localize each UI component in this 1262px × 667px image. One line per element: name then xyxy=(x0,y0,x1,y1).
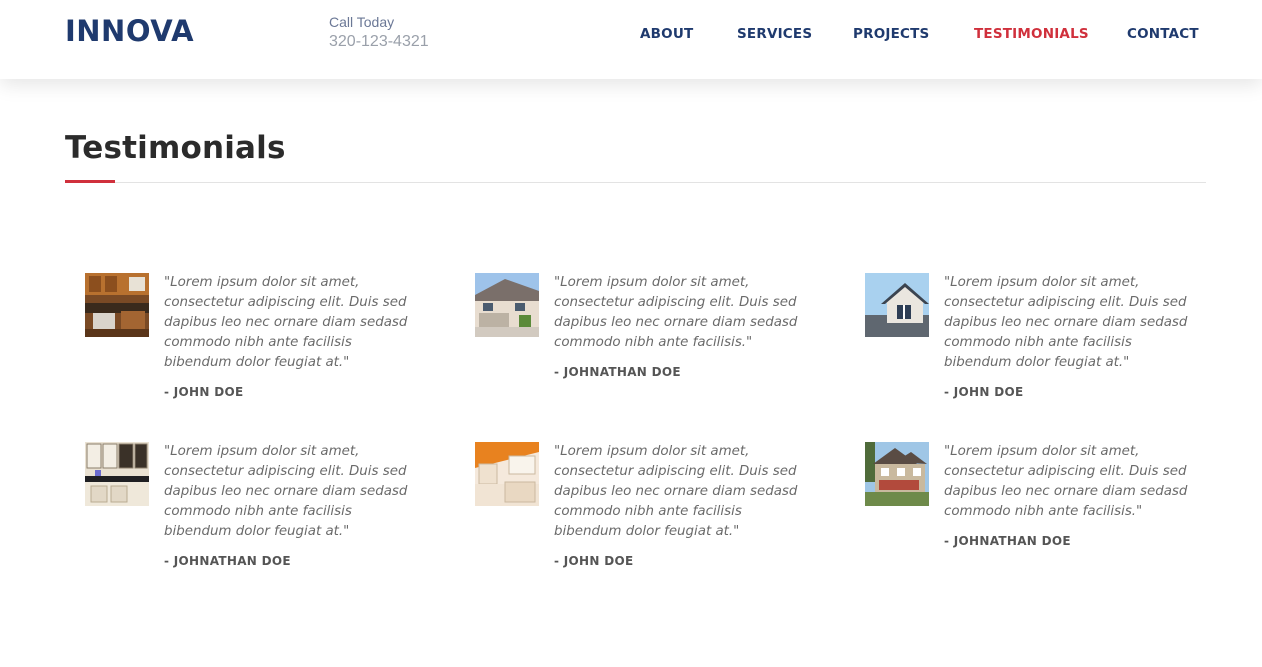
title-divider xyxy=(65,182,1206,183)
page-title: Testimonials xyxy=(65,130,286,166)
kitchen-cabinets-photo xyxy=(85,442,149,506)
nav-testimonials[interactable]: TESTIMONIALS xyxy=(974,26,1089,42)
testimonial-quote: "Lorem ipsum dolor sit amet, consectetur… xyxy=(944,444,1188,519)
testimonial-author: - JOHNATHAN DOE xyxy=(554,365,681,379)
testimonial-author: - JOHNATHAN DOE xyxy=(944,534,1071,548)
house-garage-photo xyxy=(475,273,539,337)
kitchen-photo xyxy=(85,273,149,337)
nav-projects[interactable]: PROJECTS xyxy=(853,26,929,42)
roof-dormer-photo xyxy=(865,273,929,337)
nav-services[interactable]: SERVICES xyxy=(737,26,812,42)
testimonial-author: - JOHN DOE xyxy=(554,554,634,568)
main-nav: ABOUT SERVICES PROJECTS TESTIMONIALS CON… xyxy=(0,26,1262,46)
testimonial-quote: "Lorem ipsum dolor sit amet, consectetur… xyxy=(164,275,408,370)
testimonial-quote: "Lorem ipsum dolor sit amet, consectetur… xyxy=(164,444,408,539)
site-header: INNOVA Call Today 320-123-4321 ABOUT SER… xyxy=(0,0,1262,79)
testimonial-author: - JOHNATHAN DOE xyxy=(164,554,291,568)
title-accent-bar xyxy=(65,180,115,183)
testimonial-quote: "Lorem ipsum dolor sit amet, consectetur… xyxy=(944,275,1188,370)
nav-about[interactable]: ABOUT xyxy=(640,26,693,42)
testimonial-author: - JOHN DOE xyxy=(164,385,244,399)
testimonial-quote: "Lorem ipsum dolor sit amet, consectetur… xyxy=(554,275,798,350)
bright-kitchen-photo xyxy=(475,442,539,506)
testimonial-quote: "Lorem ipsum dolor sit amet, consectetur… xyxy=(554,444,798,539)
house-exterior-photo xyxy=(865,442,929,506)
nav-contact[interactable]: CONTACT xyxy=(1127,26,1199,42)
testimonial-author: - JOHN DOE xyxy=(944,385,1024,399)
